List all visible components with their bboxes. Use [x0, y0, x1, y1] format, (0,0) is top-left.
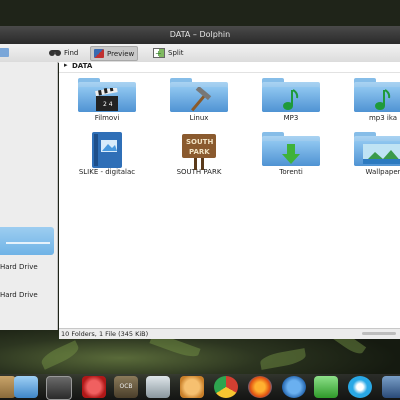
- view-mode-button[interactable]: [0, 46, 12, 59]
- capacity-bar: [6, 242, 50, 244]
- preview-button[interactable]: Preview: [90, 46, 139, 61]
- bird-icon[interactable]: [282, 376, 306, 398]
- file-name: Torenti: [279, 168, 303, 176]
- svg-text:+: +: [155, 49, 162, 58]
- sidebar-item-label: Hard Drive: [0, 263, 38, 271]
- find-label: Find: [64, 48, 79, 57]
- binoculars-icon: [49, 50, 61, 56]
- sidebar-item-hard-drive-1[interactable]: Hard Drive: [0, 263, 38, 271]
- power-icon[interactable]: [82, 376, 106, 398]
- toolbar: Find Preview + Split: [0, 44, 400, 63]
- split-icon: +: [153, 47, 165, 58]
- zoom-slider[interactable]: [362, 332, 396, 335]
- image-book-icon: [92, 132, 122, 168]
- preview-label: Preview: [107, 49, 135, 58]
- find-button[interactable]: Find: [46, 46, 81, 59]
- landscape-icon: [363, 143, 400, 164]
- network-icon[interactable]: [382, 376, 400, 398]
- svg-text:2 4: 2 4: [103, 101, 113, 108]
- window-title: DATA – Dolphin: [169, 30, 231, 39]
- ocb-icon[interactable]: OCB: [114, 376, 138, 398]
- sidebar-selected-item[interactable]: [0, 227, 54, 255]
- file-view[interactable]: ▸ DATA 2 4 Filmovi Linux MP3 mp3 ika SLI…: [59, 61, 400, 328]
- firefox-icon[interactable]: [248, 376, 272, 398]
- folder-item[interactable]: 2 4 Filmovi: [67, 78, 147, 122]
- music-note-icon: [283, 88, 299, 110]
- dolphin-icon[interactable]: [14, 376, 38, 398]
- ocb-label: OCB: [119, 383, 133, 390]
- breadcrumb-current: DATA: [72, 62, 93, 70]
- hammer-icon: [191, 86, 212, 111]
- monitor-icon[interactable]: [46, 376, 72, 400]
- folder-item[interactable]: Wallpaper: [343, 132, 400, 176]
- split-button[interactable]: + Split: [150, 46, 187, 59]
- folder-item[interactable]: SLIKE - digitalac: [67, 132, 147, 176]
- folder-item[interactable]: Torenti: [251, 132, 331, 176]
- dock: OCB: [0, 374, 400, 400]
- download-arrow-icon: [282, 143, 300, 164]
- file-name: mp3 ika: [368, 114, 398, 122]
- folder-item[interactable]: Linux: [159, 78, 239, 122]
- music-note-icon: [375, 88, 391, 110]
- preview-icon: [94, 49, 104, 58]
- breadcrumb[interactable]: ▸ DATA: [59, 61, 400, 73]
- sidebar-item-hard-drive-2[interactable]: Hard Drive: [0, 291, 38, 299]
- pacman-icon[interactable]: [180, 376, 204, 398]
- chevron-right-icon: ▸: [64, 61, 68, 69]
- skype-icon[interactable]: [348, 376, 372, 398]
- status-text: 10 Folders, 1 File (345 KiB): [61, 330, 149, 338]
- status-bar: 10 Folders, 1 File (345 KiB): [59, 328, 400, 339]
- file-name: Filmovi: [94, 114, 120, 122]
- folder-item[interactable]: MP3: [251, 78, 331, 122]
- sign-text-bottom: PARK: [189, 148, 210, 156]
- gem-icon[interactable]: [146, 376, 170, 398]
- south-park-sign-icon: SOUTH PARK: [182, 134, 216, 170]
- chrome-icon[interactable]: [214, 376, 238, 398]
- clapperboard-icon: 2 4: [95, 87, 118, 111]
- sidebar-item-label: Hard Drive: [0, 291, 38, 299]
- crossover-icon[interactable]: [314, 376, 338, 398]
- file-name: Linux: [189, 114, 209, 122]
- folder-item[interactable]: mp3 ika: [343, 78, 400, 122]
- window-titlebar[interactable]: DATA – Dolphin: [0, 26, 400, 44]
- folder-item[interactable]: SOUTH PARK SOUTH PARK: [159, 132, 239, 176]
- file-name: MP3: [283, 114, 299, 122]
- file-name: Wallpaper: [365, 168, 400, 176]
- places-sidebar: Hard Drive Hard Drive: [0, 62, 58, 330]
- view-icon: [0, 48, 9, 57]
- sign-text-top: SOUTH: [186, 138, 213, 146]
- split-label: Split: [168, 48, 184, 57]
